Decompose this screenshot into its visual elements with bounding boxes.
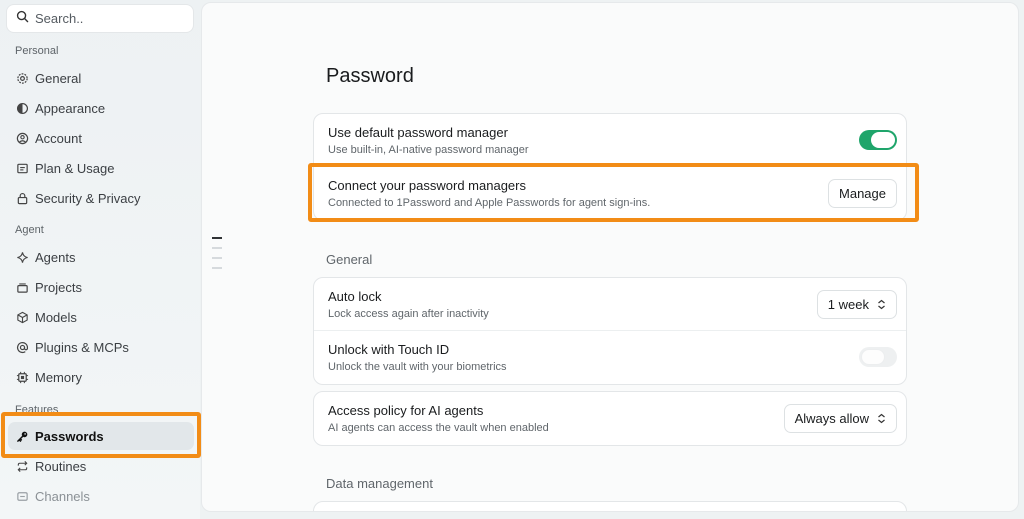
chip-icon: [15, 370, 29, 384]
sidebar-item-label: Security & Privacy: [35, 190, 141, 206]
sidebar-item-account[interactable]: Account: [8, 124, 194, 152]
data-management-heading: Data management: [326, 476, 433, 491]
sidebar-item-label: Plan & Usage: [35, 160, 115, 176]
auto-lock-select[interactable]: 1 week: [816, 290, 897, 319]
sidebar-item-label: Account: [35, 130, 82, 146]
sidebar-item-label: Routines: [35, 458, 87, 474]
sidebar-item-security-privacy[interactable]: Security & Privacy: [8, 184, 194, 212]
auto-lock-value: 1 week: [827, 297, 869, 312]
access-policy-value: Always allow: [794, 411, 869, 426]
repeat-icon: [15, 459, 29, 473]
sidebar-item-plugins-mcps[interactable]: Plugins & MCPs: [8, 333, 194, 361]
sidebar-item-plan-usage[interactable]: Plan & Usage: [8, 154, 194, 182]
sidebar-item-memory[interactable]: Memory: [8, 363, 194, 391]
general-heading: General: [326, 252, 373, 267]
access-policy-select[interactable]: Always allow: [783, 404, 897, 433]
sidebar-item-models[interactable]: Models: [8, 303, 194, 331]
gear-icon: [15, 71, 29, 85]
sidebar-item-label: Appearance: [35, 100, 106, 116]
half-circle-icon: [15, 101, 29, 115]
search-box[interactable]: [6, 4, 194, 33]
sidebar-item-label: Memory: [35, 369, 82, 385]
default-manager-toggle[interactable]: [859, 130, 897, 150]
sidebar-item-channels[interactable]: Channels: [8, 482, 194, 510]
highlight-frame-passwords: [1, 412, 201, 458]
touch-id-toggle[interactable]: [859, 347, 897, 367]
auto-lock-subtitle: Lock access again after inactivity: [328, 308, 489, 320]
sidebar-item-label: Plugins & MCPs: [35, 339, 129, 355]
cube-icon: [15, 310, 29, 324]
main-panel: Password Use default password manager Us…: [201, 2, 1019, 512]
sidebar-item-label: Projects: [35, 279, 82, 295]
sidebar-item-appearance[interactable]: Appearance: [8, 94, 194, 122]
auto-lock-title: Auto lock: [328, 289, 382, 304]
sidebar-item-agents[interactable]: Agents: [8, 243, 194, 271]
channel-icon: [15, 489, 29, 503]
access-policy-subtitle: AI agents can access the vault when enab…: [328, 422, 549, 434]
touch-id-row: Unlock with Touch ID Unlock the vault wi…: [314, 331, 906, 384]
sidebar-item-projects[interactable]: Projects: [8, 273, 194, 301]
updown-chevron-icon: [878, 413, 885, 424]
sidebar-item-label: Channels: [35, 488, 90, 504]
section-scroll-indicator[interactable]: [212, 237, 222, 277]
section-label-personal: Personal: [15, 45, 59, 57]
general-card: Auto lock Lock access again after inacti…: [313, 277, 907, 385]
default-manager-row: Use default password manager Use built-i…: [314, 114, 906, 167]
access-policy-row: Access policy for AI agents AI agents ca…: [314, 392, 906, 445]
sparkle-icon: [15, 250, 29, 264]
sidebar-item-general[interactable]: General: [8, 64, 194, 92]
sidebar-item-label: Agents: [35, 249, 76, 265]
sidebar-item-label: General: [35, 70, 82, 86]
auto-lock-row: Auto lock Lock access again after inacti…: [314, 278, 906, 331]
default-manager-subtitle: Use built-in, AI-native password manager: [328, 144, 529, 156]
section-label-agent: Agent: [15, 224, 44, 236]
default-manager-title: Use default password manager: [328, 125, 508, 140]
highlight-frame-connect-managers: [308, 163, 919, 222]
search-input[interactable]: [35, 11, 185, 26]
page-title: Password: [326, 65, 414, 87]
touch-id-title: Unlock with Touch ID: [328, 342, 450, 357]
access-policy-title: Access policy for AI agents: [328, 403, 484, 418]
search-icon: [16, 10, 29, 28]
receipt-icon: [15, 161, 29, 175]
updown-chevron-icon: [878, 299, 885, 310]
at-icon: [15, 340, 29, 354]
stack-icon: [15, 280, 29, 294]
user-circle-icon: [15, 131, 29, 145]
lock-icon: [15, 191, 29, 205]
data-management-card: [313, 501, 907, 511]
sidebar-item-label: Models: [35, 309, 77, 325]
touch-id-subtitle: Unlock the vault with your biometrics: [328, 361, 507, 373]
access-policy-card: Access policy for AI agents AI agents ca…: [313, 391, 907, 446]
